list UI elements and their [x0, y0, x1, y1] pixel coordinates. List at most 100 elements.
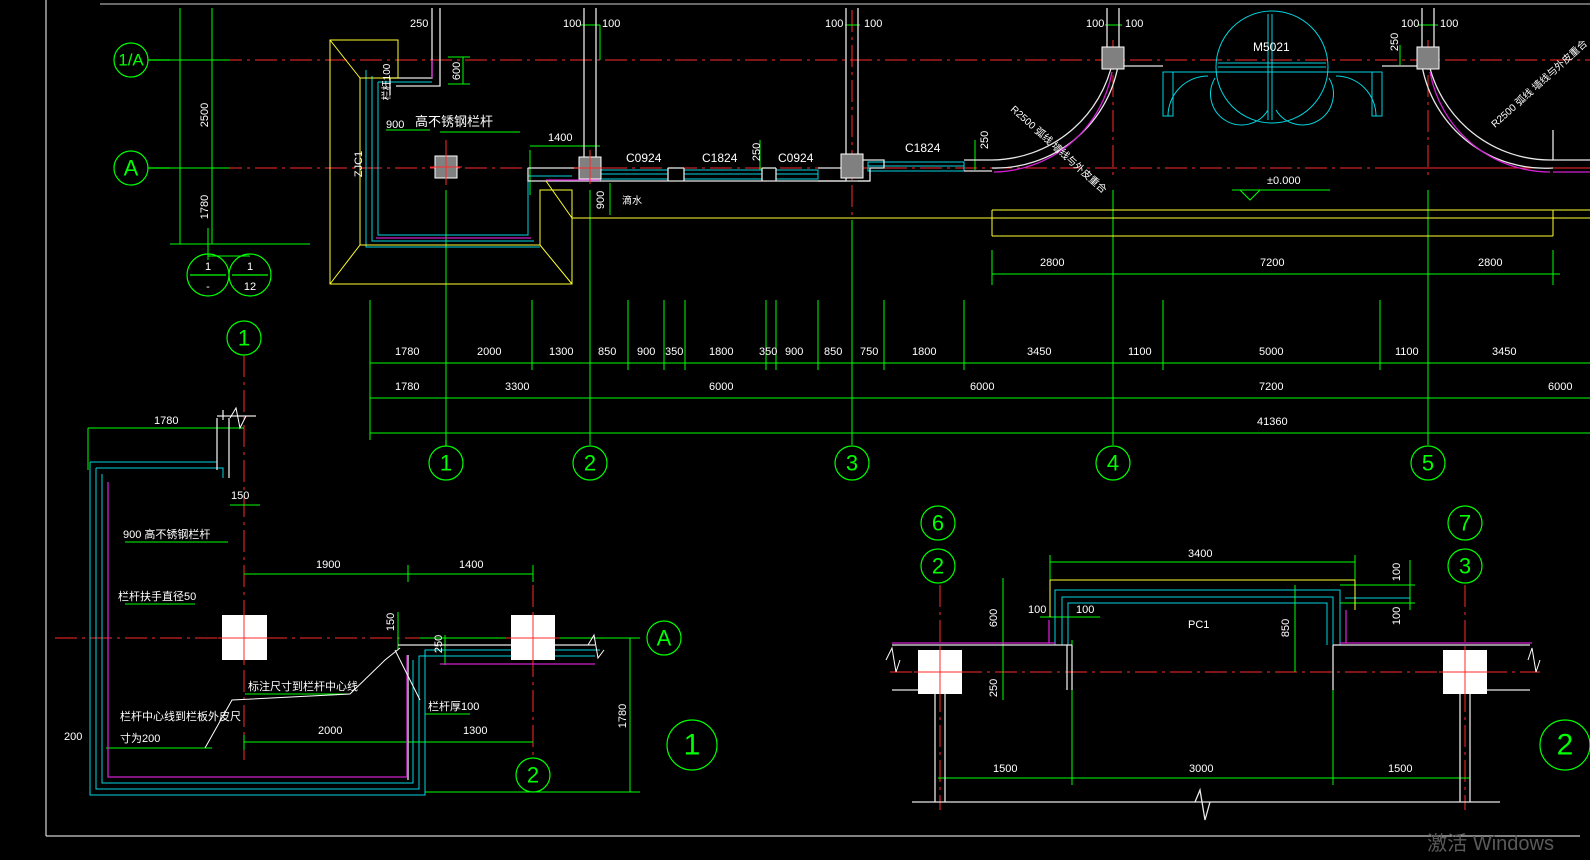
elevation-label: ±0.000 [1267, 175, 1301, 187]
dim-row-2: 1780 3300 6000 6000 7200 6000 [395, 381, 1572, 393]
elevation-mark [1232, 189, 1330, 201]
d2-dim-100-c: 100 [1028, 604, 1046, 616]
axis-label-1-top: 1 [238, 326, 250, 351]
dim-cell: 900 [785, 346, 803, 358]
axis-label-4: 4 [1107, 451, 1119, 476]
d1-dim-200: 200 [64, 731, 82, 743]
break-marks [229, 406, 1541, 673]
axis-label-3: 3 [846, 451, 858, 476]
d1-dim-250: 250 [433, 635, 445, 653]
dim-cell: 900 [637, 346, 655, 358]
dimension-lines [87, 8, 1590, 793]
d1-dim-1780-v: 1780 [617, 704, 629, 728]
d2-dim-1500-left: 1500 [993, 763, 1017, 775]
d1-dim-1400: 1400 [459, 559, 483, 571]
axis-label-a: A [124, 156, 139, 181]
axis-label-2-detail: 2 [932, 554, 944, 579]
dim-total-row: 41360 [1257, 416, 1288, 428]
dim-cell: 1100 [1395, 346, 1419, 358]
d1-dim-150-v: 150 [385, 613, 397, 631]
detail-number-1: 1 [684, 729, 701, 762]
dim-100: 100 [563, 18, 581, 30]
dim-100: 100 [1401, 18, 1419, 30]
dim-cell: 6000 [1548, 381, 1572, 393]
d1-dim-150: 150 [231, 490, 249, 502]
detail-1-leaders [204, 647, 421, 749]
windows-activation-watermark: 激活 Windows [1427, 833, 1554, 855]
d1-dim-1900: 1900 [316, 559, 340, 571]
dim-100: 100 [602, 18, 620, 30]
d2-dim-1500-right: 1500 [1388, 763, 1412, 775]
yellow-lines [329, 39, 1590, 617]
slope-label: 滴水 [622, 194, 642, 207]
dim-cell: 1780 [395, 346, 419, 358]
axis-label-6: 6 [932, 511, 944, 536]
detail-number-2: 2 [1557, 729, 1574, 762]
dim-2800-right: 2800 [1478, 257, 1502, 269]
d2-dim-250: 250 [988, 679, 1000, 697]
detail-1-texts: 1780 150 1900 1400 150 250 2000 1300 178… [64, 415, 629, 745]
door-m5021: M5021 [1253, 40, 1290, 54]
d1-note-offset-2: 寸为200 [120, 731, 160, 745]
d1-dim-1780: 1780 [154, 415, 178, 427]
dim-row-1: 1780 2000 1300 850 900 350 1800 350 900 … [395, 346, 1516, 358]
column-tag-zjc1: ZJC1 [353, 151, 365, 177]
dim-600-plan: 600 [451, 62, 463, 80]
dim-cell: 850 [824, 346, 842, 358]
dim-100: 100 [1440, 18, 1458, 30]
d2-dim-100-b: 100 [1391, 607, 1403, 625]
axis-label-2-bottom: 2 [527, 763, 539, 788]
d2-dim-100-a: 100 [1391, 563, 1403, 581]
dim-2500: 2500 [199, 103, 211, 127]
dim-1780-v: 1780 [199, 195, 211, 219]
drawing-frame [45, 0, 1590, 837]
d1-note-railing: 900 高不锈钢栏杆 [123, 527, 210, 541]
d2-dim-3400: 3400 [1188, 548, 1212, 560]
railing-label: 高不锈钢栏杆 [415, 114, 493, 129]
window-c0924-b: C0924 [778, 151, 814, 165]
dim-cell: 6000 [970, 381, 994, 393]
d1-dim-1300: 1300 [463, 725, 487, 737]
detail-2-texts: 3400 100 100 600 100 100 850 250 1500 30… [988, 548, 1412, 775]
window-c0924-a: C0924 [626, 151, 662, 165]
d2-dim-100-d: 100 [1076, 604, 1094, 616]
dim-cell: 2000 [477, 346, 501, 358]
dim-cell: 850 [598, 346, 616, 358]
dim-7200-arc: 7200 [1260, 257, 1284, 269]
dim-cell: 3450 [1492, 346, 1516, 358]
railing-height: 900 [386, 119, 404, 131]
axis-label-1a: 1/A [118, 51, 144, 70]
axis-label-2: 2 [584, 451, 596, 476]
dim-250-window: 250 [751, 143, 763, 161]
dim-250-arc: 250 [979, 131, 991, 149]
top-dimension-texts: 250 100 100 100 100 100 100 100 100 [410, 18, 1458, 30]
dim-100: 100 [1086, 18, 1104, 30]
dim-cell: 350 [665, 346, 683, 358]
window-c1824-b: C1824 [905, 141, 941, 155]
cad-drawing-canvas[interactable]: 1/A A 1 1 2 3 4 5 6 7 2 3 A 1 2 2 1 1 - … [0, 0, 1590, 860]
axis-label-7: 7 [1459, 511, 1471, 536]
axis-label-1: 1 [440, 451, 452, 476]
dim-total: 41360 [1257, 416, 1288, 428]
dim-cell: 1800 [912, 346, 936, 358]
d1-note-centerline: 标注尺寸到栏杆中心线 [248, 679, 358, 693]
arc-right-note: R2500 弧线 墙线与外皮重合 [1488, 37, 1590, 130]
dim-cell: 6000 [709, 381, 733, 393]
d1-dim-2000: 2000 [318, 725, 342, 737]
dim-cell: 1300 [549, 346, 573, 358]
dim-900-plan: 900 [595, 191, 607, 209]
dim-cell: 1800 [709, 346, 733, 358]
detail-ref-bottom-left: - [206, 281, 210, 293]
railing-post-label: 栏杆100 [380, 63, 393, 100]
d1-note-thickness: 栏杆厚100 [428, 699, 479, 713]
vertical-dimension-texts: 2500 1780 600 250 900 250 [199, 33, 1401, 219]
dim-cell: 350 [759, 346, 777, 358]
dim-100: 100 [864, 18, 882, 30]
dim-250-top: 250 [410, 18, 428, 30]
detail-ref-top-right: 1 [247, 261, 253, 273]
dim-250-right: 250 [1389, 33, 1401, 51]
wall-lines [89, 10, 1410, 796]
dim-cell: 1100 [1128, 346, 1152, 358]
dim-2800-left: 2800 [1040, 257, 1064, 269]
dim-cell: 750 [860, 346, 878, 358]
